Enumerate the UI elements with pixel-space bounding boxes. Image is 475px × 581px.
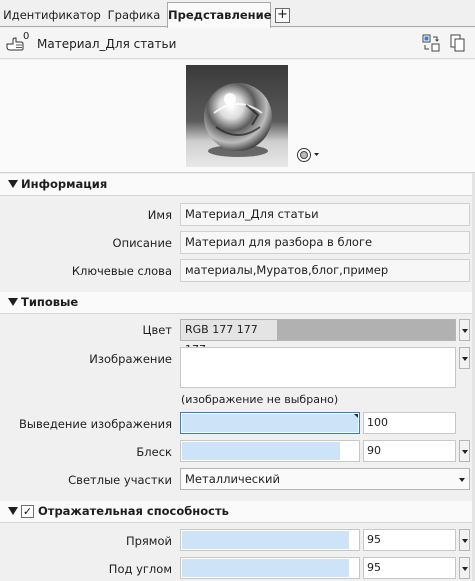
image-field[interactable] — [180, 347, 456, 388]
tab-graphics[interactable]: Графика — [104, 4, 164, 27]
color-value: RGB 177 177 177 — [181, 320, 277, 356]
direct-slider[interactable] — [180, 529, 360, 551]
highlights-select[interactable]: Металлический — [180, 468, 470, 490]
collapse-triangle-icon[interactable] — [8, 180, 18, 188]
reflectivity-panel: Прямой 95 Под углом 95 — [0, 524, 475, 581]
direct-fill — [182, 531, 350, 549]
image-note: (изображение не выбрано) — [181, 393, 339, 406]
image-fade-value[interactable]: 100 — [363, 412, 456, 434]
copy-material-icon[interactable] — [449, 34, 467, 52]
material-header: 0 Материал_Для статьи — [0, 28, 475, 59]
chrome-sphere-icon — [186, 65, 288, 167]
reflectivity-checkbox[interactable]: ✓ — [21, 505, 34, 518]
name-field[interactable]: Материал_Для статьи — [180, 203, 470, 226]
section-reflectivity[interactable]: ✓ Отражательная способность — [0, 501, 475, 523]
color-swatch[interactable]: RGB 177 177 177 — [180, 319, 456, 356]
collapse-triangle-icon[interactable] — [8, 298, 18, 306]
image-label: Изображение — [89, 352, 172, 366]
gloss-fill — [182, 442, 341, 460]
image-fade-label: Выведение изображения — [19, 417, 172, 431]
tab-bar: Идентификатор Графика Представление + — [0, 0, 475, 28]
color-dropdown-button[interactable] — [459, 319, 470, 341]
instance-count: 0 — [23, 31, 30, 42]
tab-identifier[interactable]: Идентификатор — [2, 4, 102, 27]
gloss-label: Блеск — [136, 445, 172, 459]
section-title: Информация — [21, 177, 108, 191]
section-title: Типовые — [21, 295, 79, 309]
section-information[interactable]: Информация — [0, 174, 475, 196]
direct-label: Прямой — [125, 534, 172, 548]
color-label: Цвет — [142, 323, 172, 337]
section-title: Отражательная способность — [38, 504, 229, 518]
section-generic[interactable]: Типовые — [0, 292, 475, 314]
material-name: Материал_Для статьи — [37, 37, 177, 51]
information-panel: Имя Материал_Для статьи Описание Материа… — [0, 197, 475, 291]
description-field[interactable]: Материал для разбора в блоге — [180, 231, 470, 254]
highlights-label: Светлые участки — [68, 473, 172, 487]
gloss-value[interactable]: 90 — [363, 440, 456, 462]
oblique-label: Под углом — [108, 562, 172, 576]
direct-value[interactable]: 95 — [363, 529, 456, 551]
name-label: Имя — [147, 208, 172, 222]
image-dropdown-button[interactable] — [459, 347, 470, 369]
preview-options-icon[interactable] — [296, 147, 320, 163]
material-preview — [186, 65, 288, 167]
oblique-fill — [182, 559, 350, 577]
generic-panel: Цвет RGB 177 177 177 Изображение (изобра… — [0, 315, 475, 500]
collapse-triangle-icon[interactable] — [8, 507, 18, 515]
gloss-slider[interactable] — [180, 440, 360, 462]
preview-area — [0, 60, 475, 173]
oblique-dropdown-button[interactable] — [459, 557, 470, 579]
add-tab-button[interactable]: + — [275, 8, 290, 23]
description-label: Описание — [112, 236, 172, 250]
image-fade-slider[interactable] — [180, 412, 360, 434]
oblique-value[interactable]: 95 — [363, 557, 456, 579]
tab-appearance[interactable]: Представление — [167, 2, 272, 28]
direct-dropdown-button[interactable] — [459, 529, 470, 551]
keywords-label: Ключевые слова — [71, 264, 172, 278]
gloss-dropdown-button[interactable] — [459, 440, 470, 462]
keywords-field[interactable]: материалы,Муратов,блог,пример — [180, 259, 470, 282]
oblique-slider[interactable] — [180, 557, 360, 579]
image-fade-fill — [182, 414, 358, 432]
duplicate-material-icon[interactable] — [422, 34, 440, 52]
hand-icon — [6, 37, 24, 51]
